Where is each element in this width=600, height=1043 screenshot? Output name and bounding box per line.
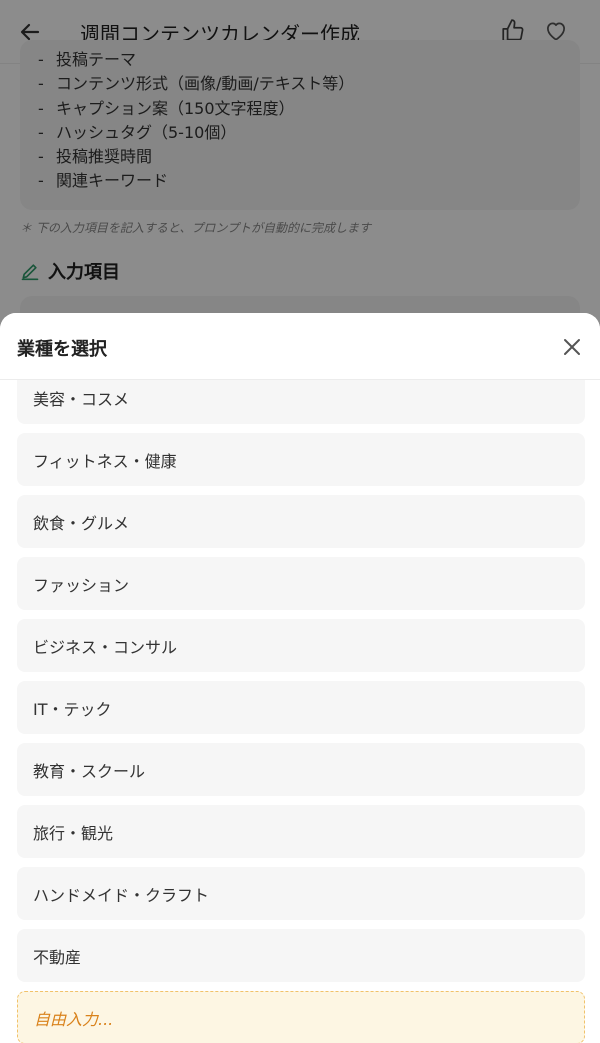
option-fashion[interactable]: ファッション (17, 557, 585, 610)
option-free-input[interactable]: 自由入力... (17, 991, 585, 1043)
close-icon (564, 339, 580, 355)
sheet-title: 業種を選択 (17, 339, 107, 360)
option-real-estate[interactable]: 不動産 (17, 929, 585, 982)
page: 週間コンテンツカレンダー作成 - 投稿テーマ - コンテンツ形式（画像/動画/テキス… (0, 0, 600, 1043)
industry-select-sheet: 業種を選択 美容・コスメ フィットネス・健康 飲食・グルメ ファッション ビジネ… (0, 313, 600, 1043)
option-food-gourmet[interactable]: 飲食・グルメ (17, 495, 585, 548)
option-education-school[interactable]: 教育・スクール (17, 743, 585, 796)
option-travel-tourism[interactable]: 旅行・観光 (17, 805, 585, 858)
option-fitness-health[interactable]: フィットネス・健康 (17, 433, 585, 486)
option-handmade-craft[interactable]: ハンドメイド・クラフト (17, 867, 585, 920)
sheet-header: 業種を選択 (0, 313, 600, 380)
option-it-tech[interactable]: IT・テック (17, 681, 585, 734)
option-business-consulting[interactable]: ビジネス・コンサル (17, 619, 585, 672)
close-button[interactable] (560, 335, 584, 359)
